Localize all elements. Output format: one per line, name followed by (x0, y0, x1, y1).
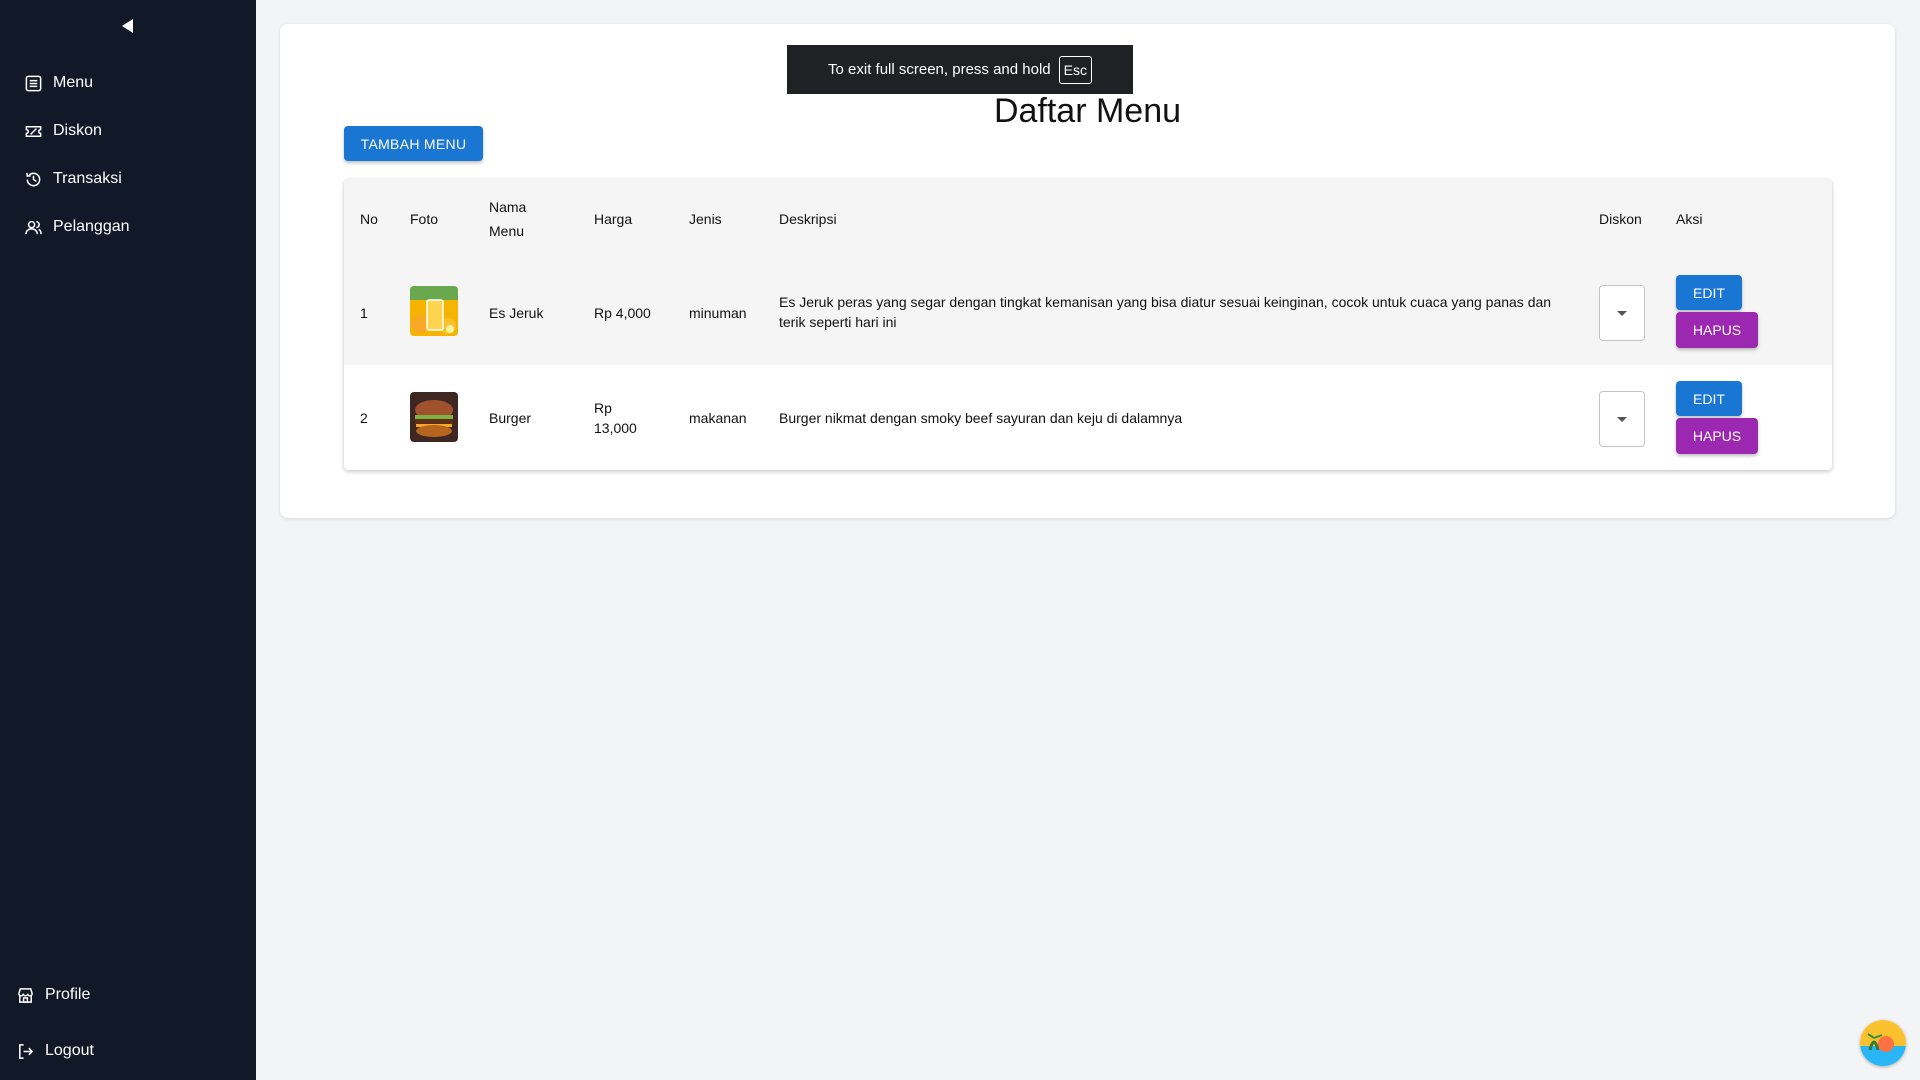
sidebar-item-pelanggan[interactable]: Pelanggan (24, 213, 130, 241)
sidebar-item-menu[interactable]: Menu (24, 69, 93, 97)
sidebar-item-label: Logout (45, 1042, 94, 1059)
edit-button[interactable]: EDIT (1676, 275, 1742, 310)
header-no: No (360, 211, 378, 227)
cell-harga: Rp 13,000 (594, 398, 637, 438)
store-icon (18, 987, 33, 1003)
cell-jenis: makanan (689, 410, 747, 426)
header-aksi: Aksi (1676, 211, 1703, 227)
users-icon (25, 220, 42, 234)
cell-harga-line2: 13,000 (594, 420, 637, 436)
cell-deskripsi: Burger nikmat dengan smoky beef sayuran … (779, 410, 1183, 426)
cell-no: 1 (360, 305, 368, 321)
esc-key: Esc (1058, 55, 1092, 84)
triangle-left-icon (122, 19, 133, 33)
avatar[interactable] (1860, 1020, 1906, 1066)
header-harga: Harga (594, 211, 633, 227)
toast-text: To exit full screen, press and hold (828, 61, 1051, 78)
edit-button[interactable]: EDIT (1676, 381, 1742, 416)
sidebar-item-profile[interactable]: Profile (16, 981, 90, 1009)
sidebar-item-label: Transaksi (53, 170, 122, 187)
cell-no: 2 (360, 410, 368, 426)
list-icon (25, 75, 42, 91)
collapse-sidebar-button[interactable] (120, 17, 136, 35)
ticket-icon (25, 125, 42, 137)
header-deskripsi: Deskripsi (779, 211, 837, 227)
sidebar: Menu Diskon Transaksi Pelanggan Profile … (0, 0, 256, 1080)
cell-harga-line1: Rp 4,000 (594, 305, 651, 321)
header-nama-line2: Menu (489, 223, 525, 239)
header-foto: Foto (410, 211, 439, 227)
sidebar-item-diskon[interactable]: Diskon (24, 117, 102, 145)
cell-nama: Es Jeruk (489, 305, 544, 321)
history-icon (26, 172, 41, 186)
sidebar-item-transaksi[interactable]: Transaksi (24, 165, 122, 193)
page-title: Daftar Menu (993, 92, 1182, 130)
logout-icon (19, 1043, 34, 1059)
table-row: 2 Burger Rp 13,000 makanan Burger nikmat… (344, 365, 1832, 470)
cell-nama: Burger (489, 410, 532, 426)
add-menu-button[interactable]: TAMBAH MENU (344, 126, 483, 161)
sidebar-item-label: Menu (53, 74, 94, 91)
sidebar-item-label: Diskon (53, 122, 102, 139)
header-nama: Nama Menu (489, 195, 526, 243)
table-row: 1 Es Jeruk Rp 4,000 minuman Es Jeruk per… (344, 259, 1832, 366)
cell-jenis: minuman (689, 305, 747, 321)
cell-harga-line1: Rp (594, 400, 612, 416)
menu-table: No Foto Nama Menu Harga Jenis Deskripsi … (344, 179, 1832, 470)
delete-button[interactable]: HAPUS (1676, 418, 1758, 454)
table-header: No Foto Nama Menu Harga Jenis Deskripsi … (344, 179, 1832, 260)
menu-photo (410, 286, 458, 336)
header-jenis: Jenis (689, 211, 722, 227)
diskon-select[interactable] (1599, 391, 1645, 447)
header-nama-line1: Nama (489, 199, 527, 215)
chevron-down-icon (1617, 417, 1627, 422)
delete-button[interactable]: HAPUS (1676, 312, 1758, 348)
diskon-select[interactable] (1599, 285, 1645, 341)
menu-photo (410, 392, 458, 442)
fullscreen-toast: To exit full screen, press and hold Esc (787, 45, 1133, 94)
cell-deskripsi: Es Jeruk peras yang segar dengan tingkat… (779, 294, 1552, 330)
sidebar-item-label: Profile (45, 986, 91, 1003)
sidebar-item-logout[interactable]: Logout (16, 1037, 94, 1065)
header-diskon: Diskon (1599, 211, 1642, 227)
cell-harga: Rp 4,000 (594, 303, 651, 323)
chevron-down-icon (1617, 311, 1627, 316)
main-card: Daftar Menu TAMBAH MENU No Foto Nama Men… (280, 24, 1895, 518)
sidebar-item-label: Pelanggan (53, 218, 130, 235)
